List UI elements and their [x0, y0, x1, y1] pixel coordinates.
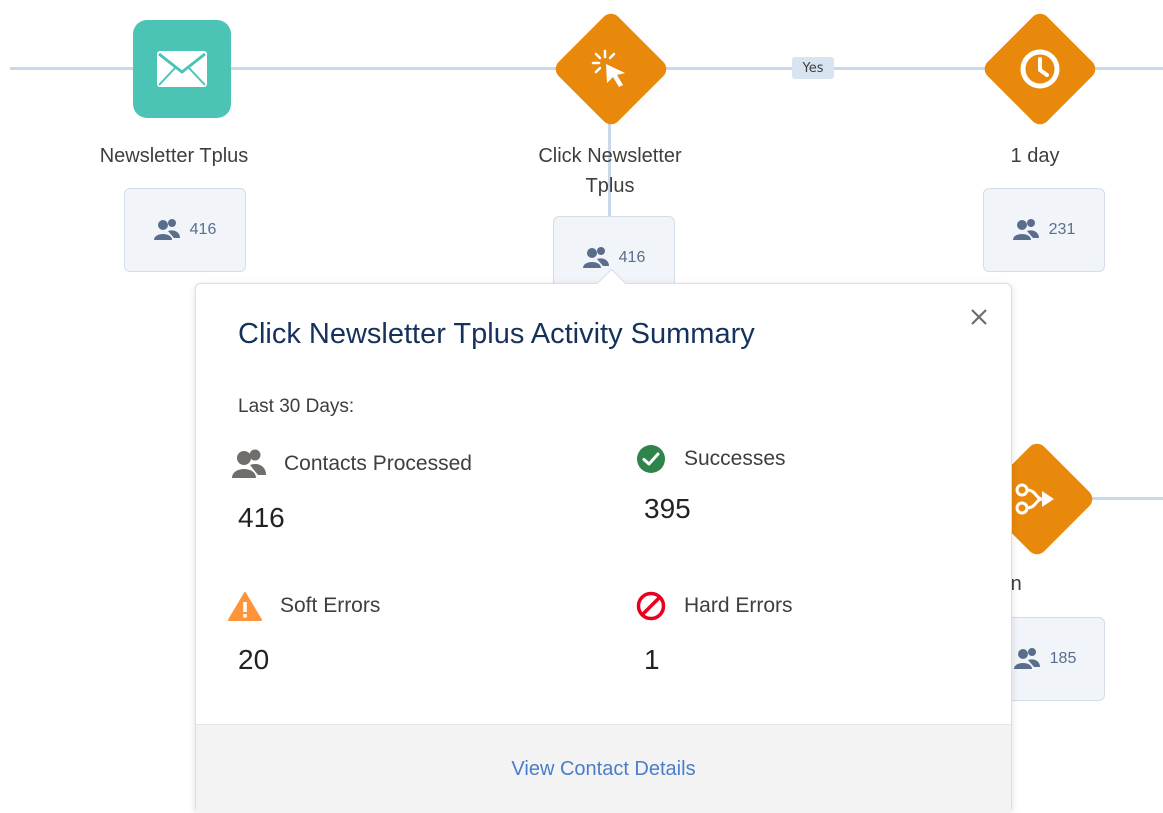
- wait-count: 231: [1048, 221, 1076, 238]
- stat-label: Soft Errors: [280, 594, 381, 617]
- wait-node-label: 1 day: [1010, 145, 1060, 167]
- activity-summary-popover: Click Newsletter Tplus Activity Summary …: [195, 268, 1012, 813]
- stat-successes: Successes 395: [636, 439, 786, 525]
- clock-icon: [1020, 49, 1060, 89]
- stat-hard-errors: Hard Errors 1: [636, 586, 793, 676]
- cursor-click-icon: [591, 49, 625, 87]
- contacts-icon: [232, 449, 266, 478]
- newsletter-email-node[interactable]: [133, 20, 231, 118]
- contacts-icon: [153, 219, 180, 240]
- click-decision-node[interactable]: [551, 9, 671, 129]
- ban-icon: [636, 591, 666, 621]
- join-count: 185: [1049, 650, 1077, 667]
- click-node-label: Click Newsletter Tplus: [490, 141, 730, 201]
- wait-node[interactable]: [980, 9, 1100, 129]
- stat-value: 416: [238, 502, 285, 533]
- stat-label: Hard Errors: [684, 594, 793, 617]
- view-contact-details-link[interactable]: View Contact Details: [511, 758, 695, 781]
- contacts-icon: [1013, 648, 1040, 669]
- wait-count-button[interactable]: 231: [983, 188, 1105, 272]
- stat-soft-errors: Soft Errors 20: [228, 586, 380, 676]
- contacts-icon: [1012, 219, 1039, 240]
- popover-footer: View Contact Details: [196, 724, 1011, 813]
- stat-label: Successes: [684, 447, 786, 470]
- join-connector-line: [1090, 497, 1163, 500]
- stat-label: Contacts Processed: [284, 452, 472, 475]
- warning-icon: [228, 592, 262, 621]
- join-icon: [1015, 483, 1054, 515]
- popover-title: Click Newsletter Tplus Activity Summary: [238, 318, 755, 350]
- newsletter-count: 416: [189, 221, 217, 238]
- stat-value: 395: [644, 493, 691, 524]
- contacts-icon: [582, 247, 609, 268]
- journey-canvas: Yes Newsletter Tplus 416 Click Newslette…: [0, 0, 1163, 813]
- click-count: 416: [618, 249, 646, 266]
- stat-value: 20: [238, 644, 270, 675]
- envelope-icon: [157, 51, 207, 87]
- close-button[interactable]: [966, 304, 992, 330]
- newsletter-node-label: Newsletter Tplus: [99, 145, 249, 167]
- click-node-label-line2: Tplus: [585, 175, 635, 197]
- stat-contacts-processed: Contacts Processed 416: [232, 444, 472, 534]
- success-check-icon: [637, 445, 665, 473]
- period-label: Last 30 Days:: [238, 396, 355, 417]
- stat-value: 1: [644, 644, 660, 675]
- click-node-label-line1: Click Newsletter: [538, 145, 682, 167]
- newsletter-count-button[interactable]: 416: [124, 188, 246, 272]
- close-icon: [971, 309, 987, 325]
- yes-branch-label[interactable]: Yes: [792, 57, 834, 79]
